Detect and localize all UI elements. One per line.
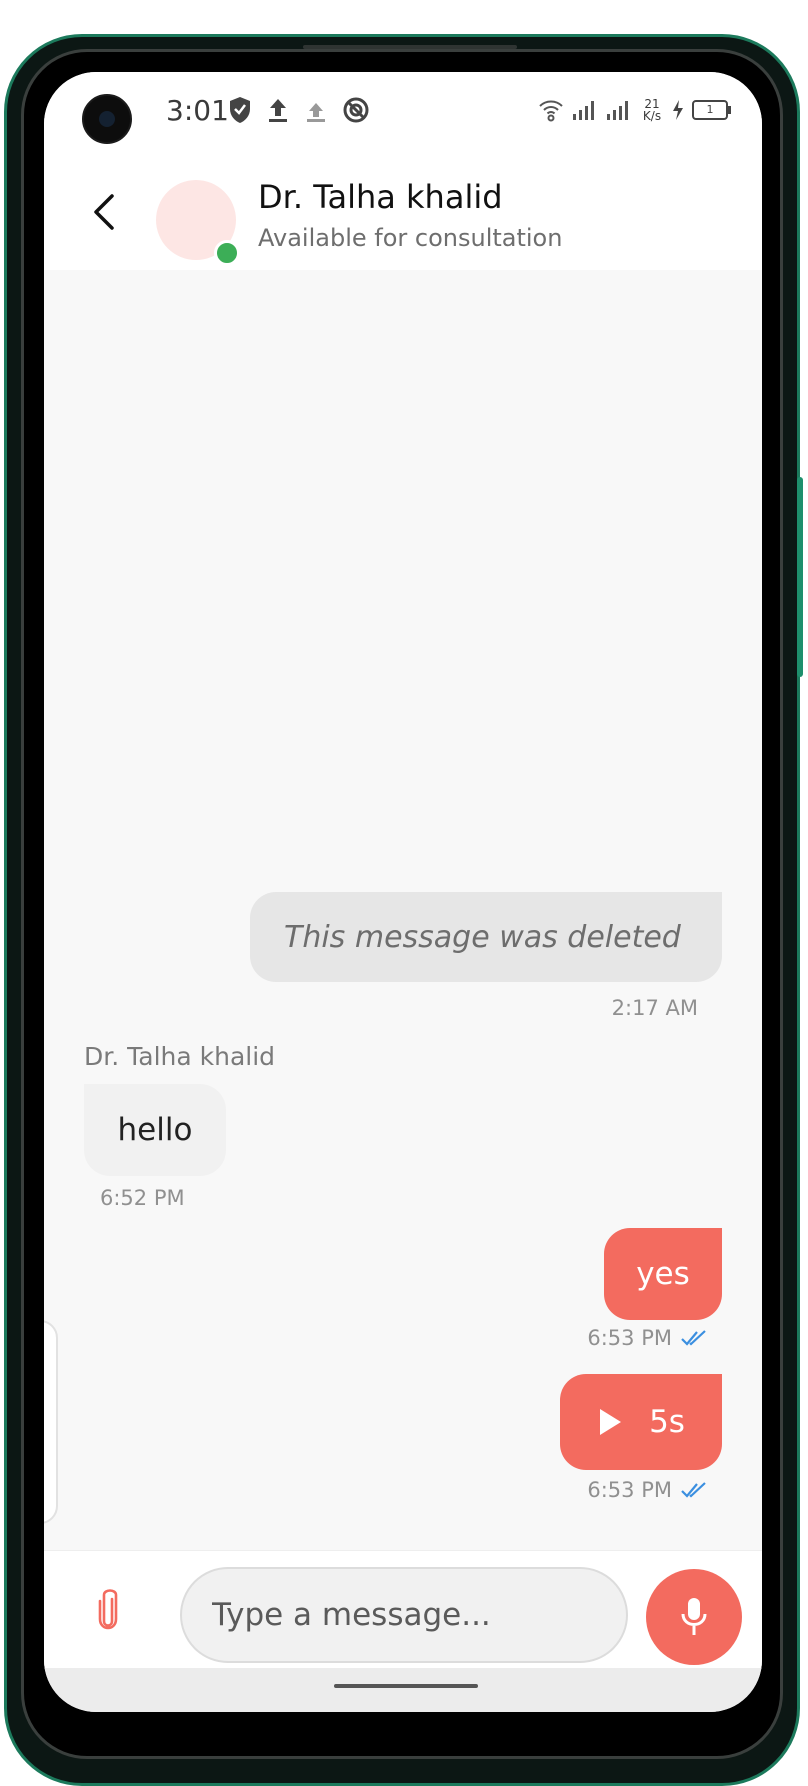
message-time: 6:53 PM (587, 1326, 672, 1350)
message-time: 6:53 PM (587, 1478, 672, 1502)
chat-header: Dr. Talha khalid Available for consultat… (44, 158, 762, 270)
front-camera (82, 94, 132, 144)
status-icons-right: 21 K/s 1 (538, 98, 731, 122)
data-saver-icon (343, 97, 369, 123)
message-composer (44, 1550, 762, 1669)
message-input[interactable] (180, 1567, 628, 1663)
microphone-button[interactable] (646, 1569, 742, 1665)
network-speed: 21 K/s (640, 98, 664, 122)
side-panel-edge[interactable] (44, 1320, 58, 1524)
deleted-message-bubble[interactable]: This message was deleted (250, 892, 722, 982)
signal-icon-2 (607, 101, 628, 120)
phone-side-button (797, 477, 803, 677)
incoming-message-bubble[interactable]: hello (84, 1084, 226, 1176)
voice-message-bubble[interactable]: 5s (560, 1374, 722, 1470)
phone-speaker (303, 45, 517, 49)
paperclip-icon (98, 1589, 118, 1630)
sender-name: Dr. Talha khalid (84, 1042, 276, 1071)
navigation-bar (44, 1668, 762, 1712)
message-text: hello (117, 1112, 193, 1148)
deleted-message-text: This message was deleted (284, 919, 681, 955)
microphone-icon (681, 1598, 707, 1635)
message-time: 2:17 AM (611, 996, 698, 1020)
attach-button[interactable] (88, 1585, 128, 1637)
wifi-icon (539, 100, 563, 122)
charging-icon (673, 100, 683, 120)
battery-icon: 1 (692, 100, 731, 120)
status-time: 3:01 (166, 94, 229, 127)
voice-duration: 5s (649, 1404, 685, 1440)
message-meta: 6:53 PM (587, 1326, 708, 1350)
chevron-left-icon (94, 194, 114, 230)
contact-name[interactable]: Dr. Talha khalid (258, 178, 503, 216)
shield-icon (230, 97, 250, 123)
outgoing-message-bubble[interactable]: yes (604, 1228, 722, 1320)
message-text: yes (636, 1256, 690, 1292)
home-indicator[interactable] (334, 1684, 478, 1688)
status-bar: 3:01 21 K/s 1 (44, 72, 762, 158)
upload-faded-icon (307, 103, 325, 122)
back-button[interactable] (84, 186, 124, 238)
online-status-dot (214, 240, 240, 266)
signal-icon (573, 101, 594, 120)
message-time: 6:52 PM (100, 1186, 185, 1210)
upload-icon (269, 99, 287, 122)
network-speed-unit: K/s (642, 109, 662, 123)
play-icon[interactable] (597, 1407, 623, 1437)
status-icons-left (228, 96, 370, 124)
double-check-icon (681, 1330, 706, 1346)
double-check-icon (681, 1482, 706, 1498)
message-meta: 6:53 PM (587, 1478, 708, 1502)
contact-status: Available for consultation (258, 224, 563, 252)
phone-screen: 3:01 21 K/s 1 Dr. Talha khalid Available… (44, 72, 762, 1712)
